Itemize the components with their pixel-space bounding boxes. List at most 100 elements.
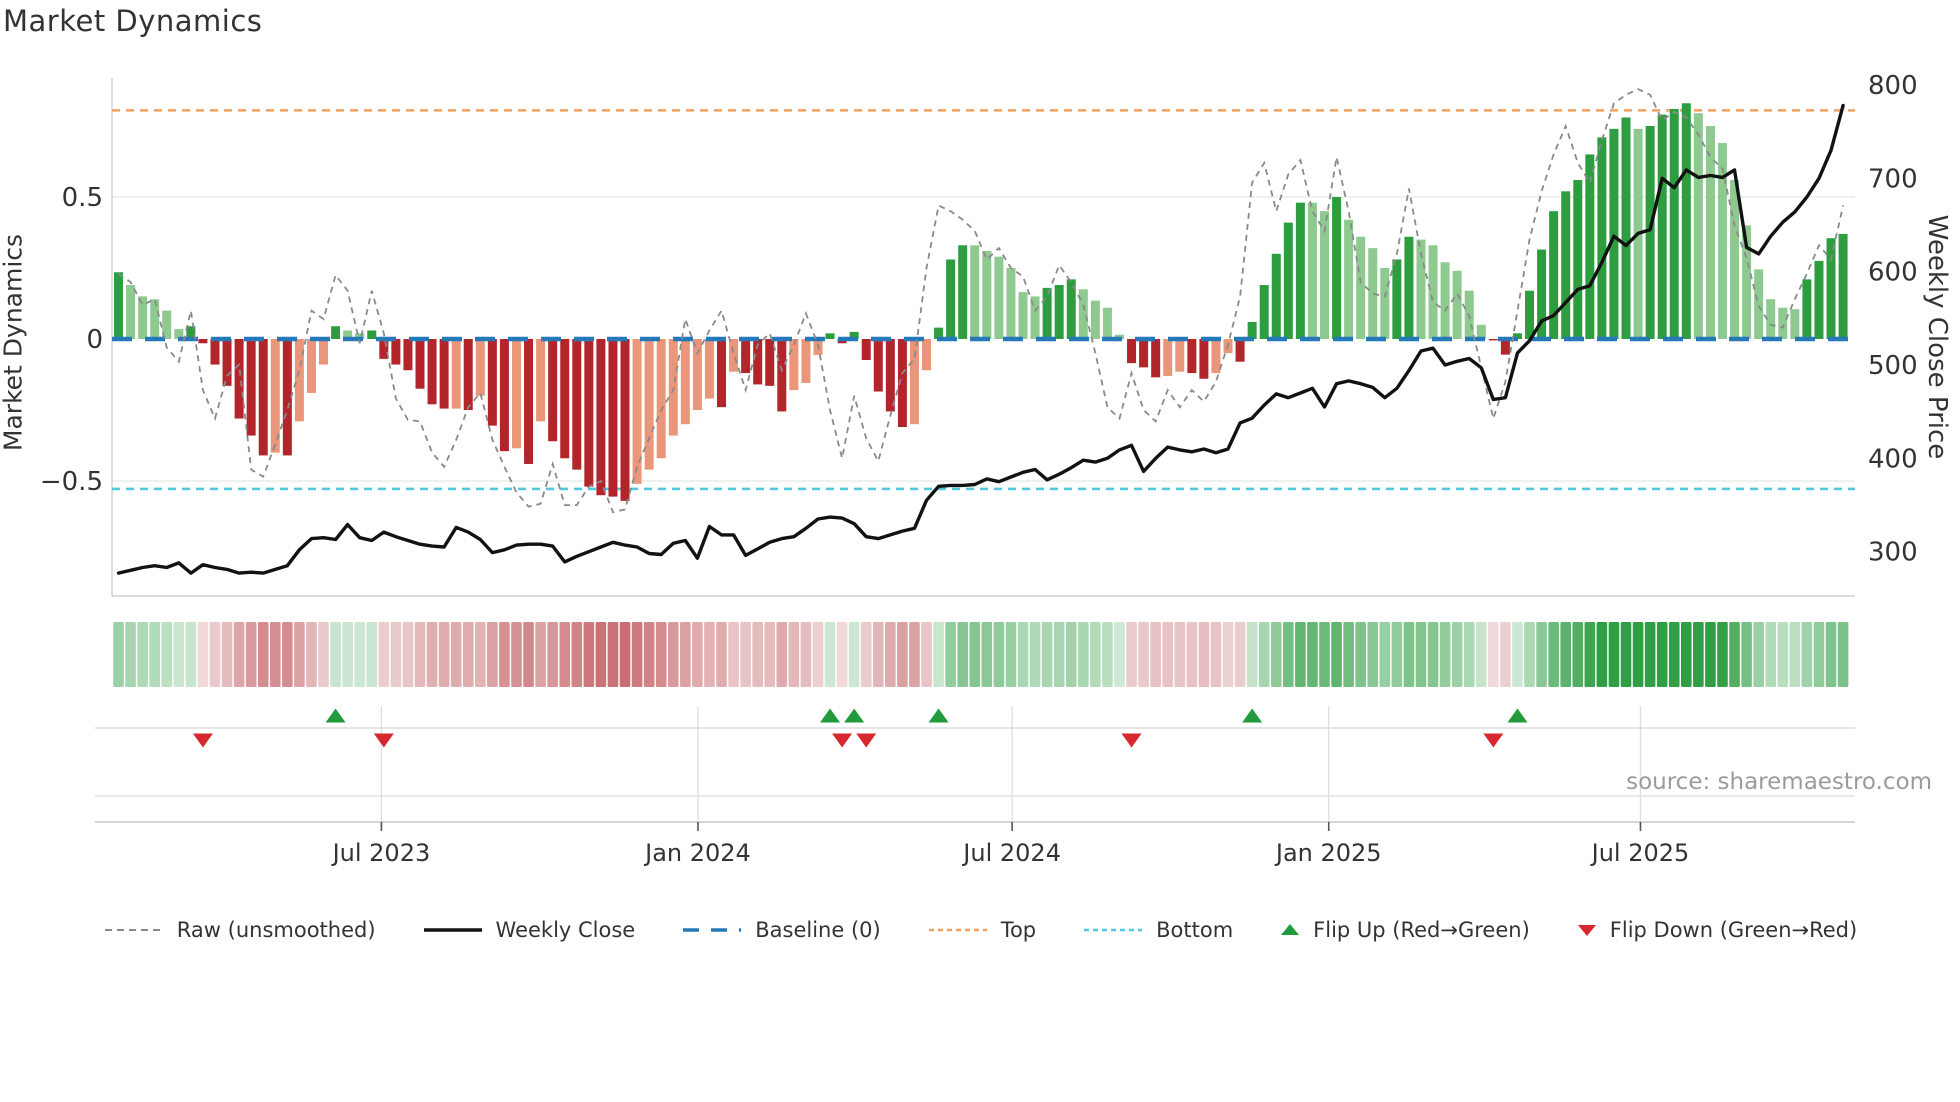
heatmap-cell xyxy=(993,622,1005,687)
oscillator-bar xyxy=(1525,290,1535,339)
dashed-line-icon xyxy=(681,921,743,939)
oscillator-bar xyxy=(1139,339,1149,368)
heatmap-cell xyxy=(1536,622,1547,687)
legend-label: Top xyxy=(1000,918,1037,942)
heatmap-cell xyxy=(812,622,824,687)
heatmap-cell xyxy=(306,622,317,687)
oscillator-bar xyxy=(1332,197,1342,339)
left-axis-label: Market Dynamics xyxy=(0,233,28,452)
oscillator-bar xyxy=(1102,307,1112,339)
heatmap-cell xyxy=(1584,622,1596,687)
heatmap-cell xyxy=(933,622,944,687)
heatmap-cell xyxy=(631,622,643,687)
heatmap-cell xyxy=(800,622,812,687)
left-tick-label: 0.5 xyxy=(62,183,103,213)
heatmap-cell xyxy=(378,622,390,687)
heatmap-cell xyxy=(257,622,269,687)
oscillator-bar xyxy=(1054,285,1064,339)
oscillator-bar xyxy=(729,339,739,372)
heatmap-cell xyxy=(1644,622,1656,687)
heatmap-cell xyxy=(1319,622,1330,687)
oscillator-bar xyxy=(1163,339,1173,376)
heatmap-cell xyxy=(1355,622,1366,687)
heatmap-cell xyxy=(1234,622,1246,687)
heatmap-cell xyxy=(1174,622,1186,687)
heatmap-cell xyxy=(848,622,860,687)
oscillator-bar xyxy=(909,339,919,425)
oscillator-bar xyxy=(258,339,268,456)
right-tick-label: 500 xyxy=(1868,351,1918,381)
heatmap-cell xyxy=(1668,622,1680,687)
heatmap-cell xyxy=(872,622,884,687)
heatmap-cell xyxy=(1463,622,1475,687)
heatmap-cell xyxy=(1753,622,1764,687)
heatmap-cell xyxy=(704,622,715,687)
heatmap-cell xyxy=(1186,622,1198,687)
heatmap-cell xyxy=(1041,622,1053,687)
oscillator-bar xyxy=(1271,253,1281,339)
oscillator-bar xyxy=(1344,219,1354,339)
heatmap-cell xyxy=(1729,622,1740,687)
oscillator-bar xyxy=(1597,137,1607,339)
heatmap-cell xyxy=(836,622,848,687)
oscillator-bar xyxy=(1440,262,1450,339)
heatmap-cell xyxy=(523,622,534,687)
heatmap-cell xyxy=(1246,622,1258,687)
oscillator-bar xyxy=(1259,285,1269,339)
heatmap-cell xyxy=(1331,622,1342,687)
heatmap-cell xyxy=(1813,622,1825,687)
heatmap-cell xyxy=(1620,622,1632,687)
oscillator-bar xyxy=(1790,309,1800,339)
oscillator-bar xyxy=(499,339,509,452)
oscillator-bar xyxy=(391,339,401,365)
heatmap-cell xyxy=(354,622,365,687)
flip-up-marker xyxy=(1507,708,1528,723)
legend-label: Bottom xyxy=(1156,918,1234,942)
oscillator-bar xyxy=(692,339,702,410)
heatmap-cell xyxy=(1801,622,1813,687)
heatmap-cell xyxy=(414,622,426,687)
oscillator-bar xyxy=(222,339,232,386)
momentum-heatmap-strip xyxy=(113,622,1849,687)
left-tick-label: 0 xyxy=(86,325,103,355)
oscillator-bar xyxy=(1199,339,1209,379)
oscillator-bar xyxy=(1307,202,1317,339)
right-tick-label: 800 xyxy=(1868,71,1918,101)
heatmap-cell xyxy=(1283,622,1294,687)
heatmap-cell xyxy=(1005,622,1017,687)
oscillator-bar xyxy=(801,339,811,384)
oscillator-bar xyxy=(789,339,799,391)
oscillator-bar xyxy=(1802,279,1812,339)
heatmap-cell xyxy=(1572,622,1584,687)
flip-down-marker xyxy=(856,733,877,748)
oscillator-bar xyxy=(487,339,497,426)
heatmap-cell xyxy=(547,622,558,687)
flip-up-marker xyxy=(928,708,949,723)
oscillator-bar xyxy=(427,339,437,405)
heatmap-cell xyxy=(1524,622,1535,687)
heatmap-cell xyxy=(149,622,160,687)
flip-up-marker xyxy=(820,708,841,723)
heatmap-cell xyxy=(860,622,872,687)
oscillator-bar xyxy=(524,339,534,464)
legend-item-top: Top xyxy=(927,918,1036,942)
oscillator-bar xyxy=(1175,339,1185,372)
oscillator-bar xyxy=(958,245,968,339)
dotted-line-icon xyxy=(1082,921,1144,939)
heatmap-cell xyxy=(1741,622,1752,687)
x-tick-label: Jan 2024 xyxy=(643,839,751,867)
heatmap-cell xyxy=(595,622,607,687)
oscillator-bar xyxy=(1090,300,1100,339)
heatmap-cell xyxy=(909,622,920,687)
heatmap-cell xyxy=(1777,622,1789,687)
heatmap-cell xyxy=(185,622,197,687)
heatmap-cell xyxy=(1343,622,1354,687)
oscillator-bar xyxy=(234,339,244,419)
oscillator-bar xyxy=(246,339,256,436)
heatmap-cell xyxy=(161,622,173,687)
oscillator-bar xyxy=(1187,339,1197,374)
legend-item-bottom: Bottom xyxy=(1082,918,1233,942)
oscillator-bar xyxy=(1283,222,1293,339)
heatmap-cell xyxy=(1475,622,1487,687)
source-attribution: source: sharemaestro.com xyxy=(1626,769,1932,795)
